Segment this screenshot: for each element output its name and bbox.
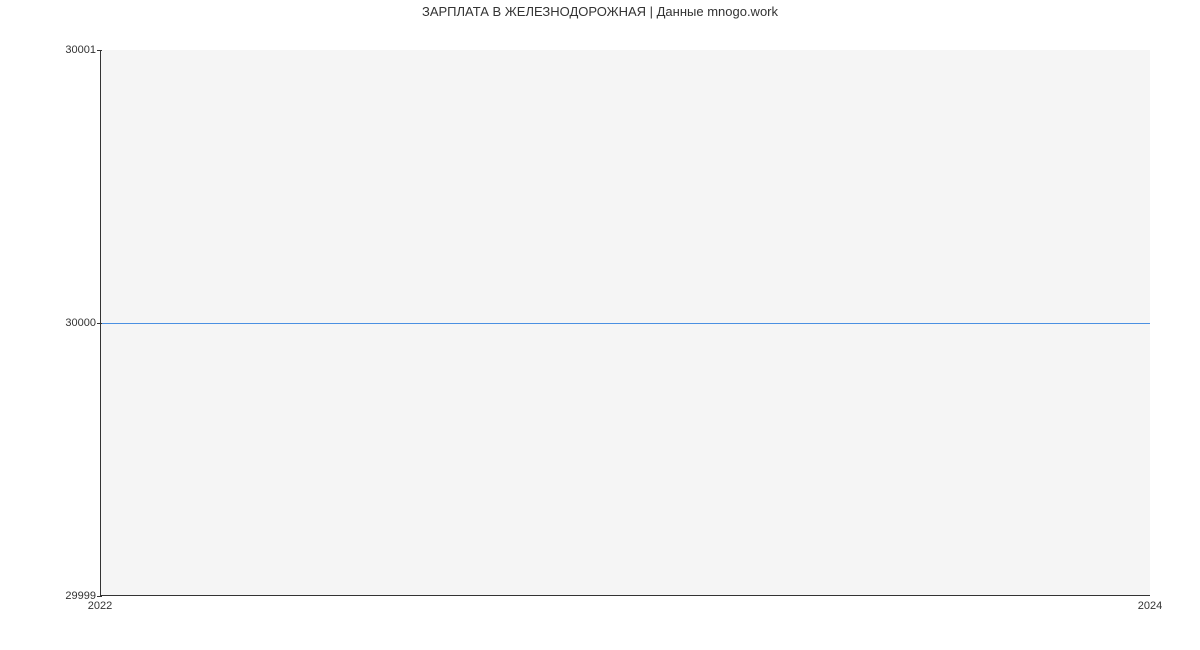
x-tick-label: 2024 (1138, 600, 1162, 612)
tick-mark (97, 596, 102, 597)
tick-mark (97, 323, 102, 324)
y-tick-bottom: 29999 (6, 590, 96, 602)
series-line (101, 323, 1150, 324)
y-tick-label: 30001 (65, 44, 96, 56)
x-tick-left: 2022 (88, 600, 112, 612)
y-tick-mid: 30000 (6, 317, 96, 329)
plot-area (100, 50, 1150, 596)
chart-title: ЗАРПЛАТА В ЖЕЛЕЗНОДОРОЖНАЯ | Данные mnog… (0, 4, 1200, 19)
chart-container: ЗАРПЛАТА В ЖЕЛЕЗНОДОРОЖНАЯ | Данные mnog… (0, 0, 1200, 650)
x-tick-right: 2024 (1138, 600, 1162, 612)
y-tick-top: 30001 (6, 44, 96, 56)
x-tick-label: 2022 (88, 600, 112, 612)
tick-mark (97, 50, 102, 51)
y-tick-label: 30000 (65, 317, 96, 329)
